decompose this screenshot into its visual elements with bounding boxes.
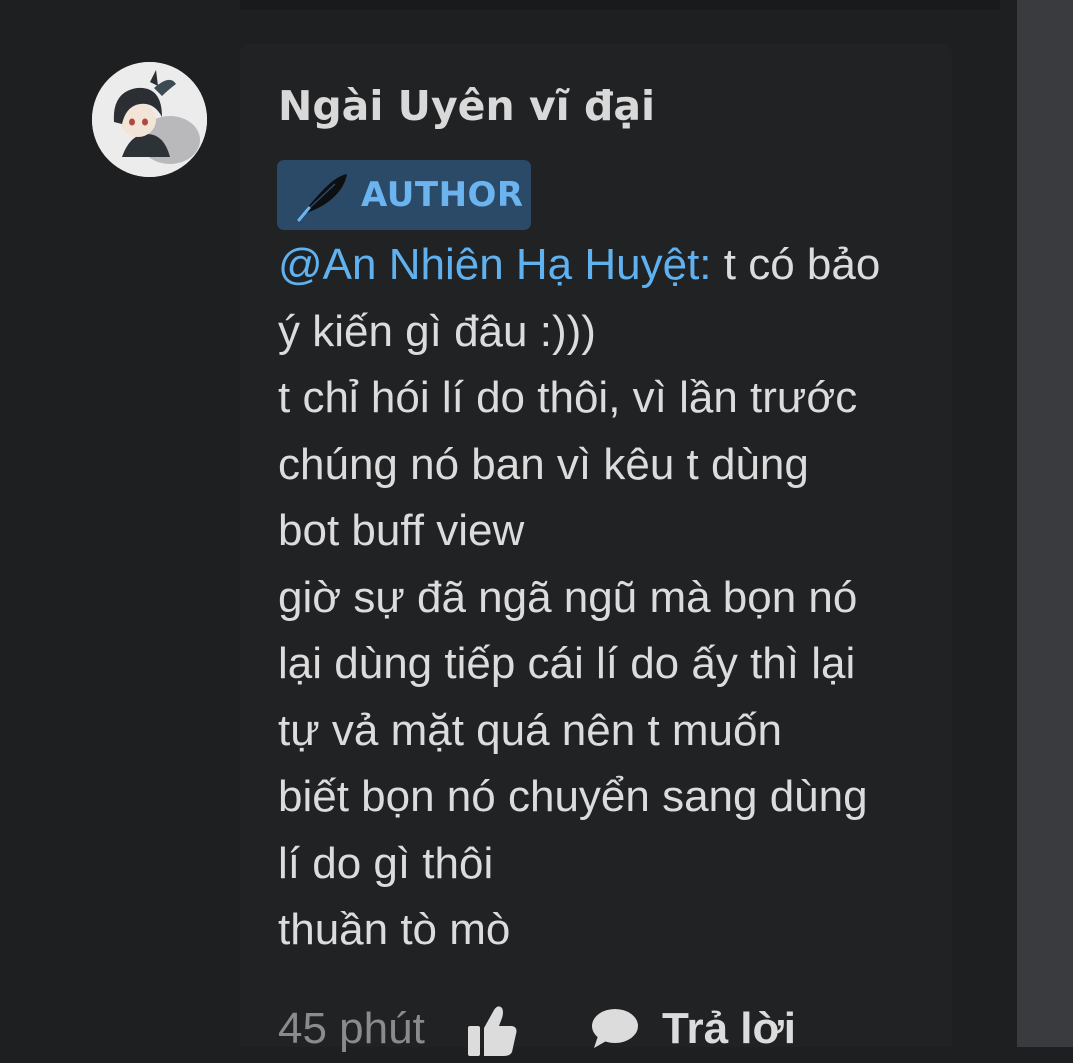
badge-label: AUTHOR [361, 175, 524, 215]
like-button[interactable] [466, 1002, 518, 1058]
avatar-image [92, 62, 207, 177]
comment-line: @An Nhiên Hạ Huyệt: t có bảo [278, 232, 958, 299]
reply-label: Trả lời [662, 1004, 796, 1053]
comment-line: giờ sự đã ngã ngũ mà bọn nó [278, 572, 858, 622]
comment-line: ý kiến gì đâu :))) [278, 306, 596, 356]
comment-line: chúng nó ban vì kêu t dùng [278, 439, 809, 489]
comment-line: t chỉ hói lí do thôi, vì lần trước [278, 373, 858, 422]
comment-footer: 45 phút Trả lời [278, 996, 978, 1062]
username[interactable]: Ngài Uyên vĩ đại [278, 78, 655, 134]
comment-text: @An Nhiên Hạ Huyệt: t có bảo ý kiến gì đ… [278, 232, 958, 964]
avatar[interactable] [92, 62, 207, 177]
comment-line: lại dùng tiếp cái lí do ấy thì lại [278, 639, 856, 688]
reply-button[interactable]: Trả lời [590, 996, 840, 1062]
comment-line: biết bọn nó chuyển sang dùng [278, 772, 868, 821]
user-mention-link[interactable]: @An Nhiên Hạ Huyệt: [278, 240, 712, 289]
comment-line: thuần tò mò [278, 905, 511, 954]
feather-icon [297, 174, 347, 222]
comment-line: tự vả mặt quá nên t muốn [278, 705, 782, 755]
comment-timestamp: 45 phút [278, 1004, 425, 1053]
previous-comment-edge [240, 0, 1000, 10]
comment-line: bot buff view [278, 506, 525, 555]
comment-line: lí do gì thôi [278, 838, 494, 888]
author-badge: AUTHOR [277, 160, 531, 230]
side-panel [1017, 0, 1073, 1047]
comment-line-text: t có bảo [711, 240, 881, 289]
thumbs-up-icon [468, 1006, 517, 1056]
speech-bubble-icon [592, 1009, 638, 1048]
